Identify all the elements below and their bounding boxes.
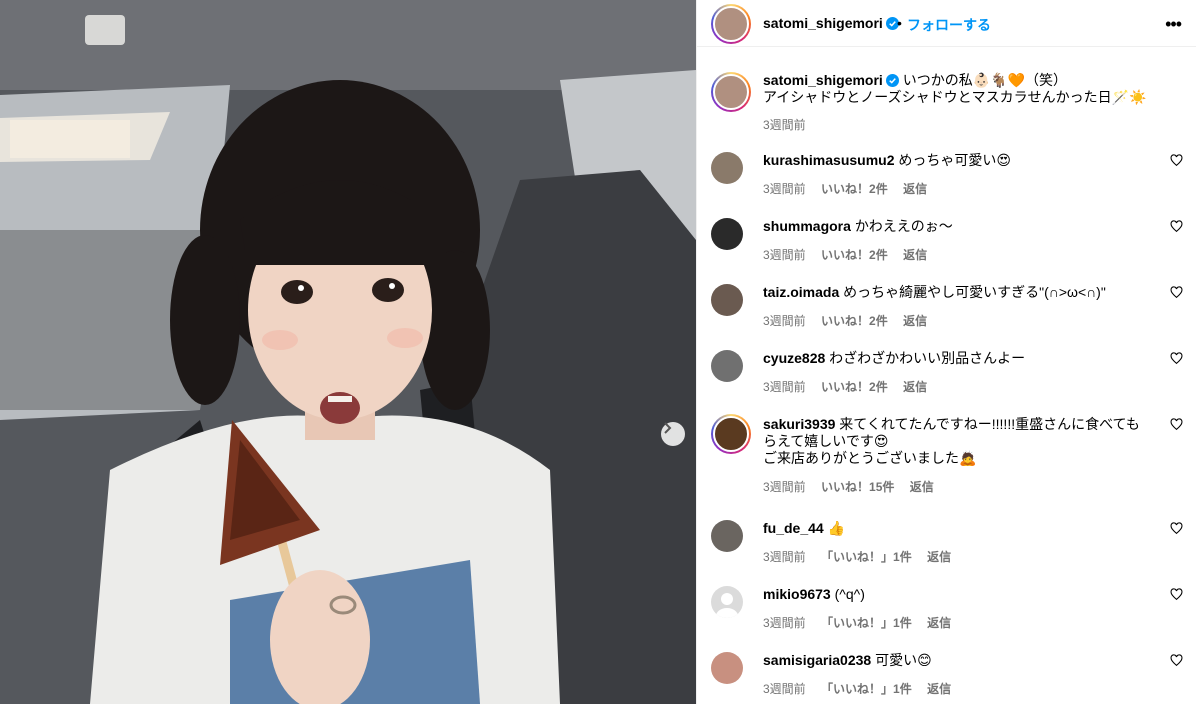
reply-button[interactable]: 返信 — [910, 480, 934, 494]
comment-like-count[interactable]: いいね！2件 — [821, 380, 888, 394]
commenter-avatar[interactable] — [711, 350, 743, 382]
comment-like-count[interactable]: いいね！2件 — [821, 248, 888, 262]
comment-body: 可愛い😊 — [875, 652, 932, 668]
heart-icon[interactable] — [1170, 588, 1183, 601]
reply-button[interactable]: 返信 — [927, 550, 951, 564]
comment-text: mikio9673 (^q^) — [763, 586, 1143, 603]
comment-time[interactable]: 3週間前 — [763, 616, 806, 630]
reply-button[interactable]: 返信 — [903, 248, 927, 262]
comment-text: taiz.oimada めっちゃ綺麗やし可愛いすぎる"(∩>ω<∩)" — [763, 284, 1143, 301]
comment-meta: 3週間前 いいね！2件 返信 — [763, 378, 939, 395]
comment-meta: 3週間前 いいね！15件 返信 — [763, 478, 946, 495]
comment-meta: 3週間前 「いいね！」1件 返信 — [763, 548, 963, 565]
commenter-avatar[interactable] — [711, 652, 743, 684]
comment-meta: 3週間前 「いいね！」1件 返信 — [763, 614, 963, 631]
post-header: satomi_shigemori • フォローする ••• — [697, 0, 1196, 47]
comment-text: cyuze828 わざわざかわいい別品さんよー — [763, 350, 1143, 367]
header-separator: • — [897, 15, 902, 31]
heart-icon[interactable] — [1170, 418, 1183, 431]
comment-like-count[interactable]: 「いいね！」1件 — [821, 616, 912, 630]
caption-username[interactable]: satomi_shigemori — [763, 72, 883, 88]
post-photo — [0, 0, 696, 704]
comment-body: めっちゃ可愛い😍 — [898, 152, 1011, 168]
commenter-username[interactable]: samisigaria0238 — [763, 652, 871, 668]
comment-body: 👍 — [827, 520, 846, 536]
heart-icon[interactable] — [1170, 286, 1183, 299]
commenter-avatar[interactable] — [711, 284, 743, 316]
commenter-avatar[interactable] — [711, 414, 751, 454]
comment-meta: 3週間前 いいね！2件 返信 — [763, 180, 939, 197]
comment-body: めっちゃ綺麗やし可愛いすぎる"(∩>ω<∩)" — [843, 284, 1106, 300]
author-avatar[interactable] — [711, 4, 751, 44]
comment-text: fu_de_44 👍 — [763, 520, 1143, 537]
more-options-icon[interactable]: ••• — [1165, 14, 1182, 35]
comment-body: かわええのぉ〜 — [854, 218, 953, 234]
caption-timestamp[interactable]: 3週間前 — [763, 116, 806, 133]
caption-line-2: アイシャドウとノーズシャドウとマスカラせんかった日🪄☀️ — [763, 89, 1147, 105]
comment-body: (^q^) — [834, 586, 865, 602]
commenter-username[interactable]: fu_de_44 — [763, 520, 824, 536]
commenter-avatar[interactable] — [711, 152, 743, 184]
comments-panel: satomi_shigemori • フォローする ••• satomi_shi… — [696, 0, 1196, 704]
next-photo-button[interactable] — [661, 422, 685, 446]
commenter-username[interactable]: mikio9673 — [763, 586, 831, 602]
comment-body: わざわざかわいい別品さんよー — [829, 350, 1026, 366]
comment-meta: 3週間前 いいね！2件 返信 — [763, 246, 939, 263]
post-image — [0, 0, 696, 704]
comment-text: kurashimasusumu2 めっちゃ可愛い😍 — [763, 152, 1143, 169]
comment-text: shummagora かわええのぉ〜 — [763, 218, 1143, 235]
caption-line-1: いつかの私👶🏻🐐🧡（笑） — [902, 72, 1068, 88]
heart-icon[interactable] — [1170, 522, 1183, 535]
verified-badge-icon — [885, 74, 899, 87]
reply-button[interactable]: 返信 — [903, 314, 927, 328]
comment-like-count[interactable]: いいね！15件 — [821, 480, 894, 494]
author-username-text[interactable]: satomi_shigemori — [763, 15, 883, 31]
comment-meta: 3週間前 いいね！2件 返信 — [763, 312, 939, 329]
reply-button[interactable]: 返信 — [927, 682, 951, 696]
reply-button[interactable]: 返信 — [903, 380, 927, 394]
comment-like-count[interactable]: 「いいね！」1件 — [821, 550, 912, 564]
default-avatar-icon — [716, 593, 738, 618]
comment-time[interactable]: 3週間前 — [763, 314, 806, 328]
commenter-username[interactable]: sakuri3939 — [763, 416, 835, 432]
comment-body-line-2: ご来店ありがとうございました🙇 — [763, 450, 977, 466]
commenter-username[interactable]: taiz.oimada — [763, 284, 839, 300]
comment-time[interactable]: 3週間前 — [763, 480, 806, 494]
comment-like-count[interactable]: 「いいね！」1件 — [821, 682, 912, 696]
heart-icon[interactable] — [1170, 220, 1183, 233]
commenter-avatar[interactable] — [711, 586, 743, 618]
comment-time[interactable]: 3週間前 — [763, 182, 806, 196]
heart-icon[interactable] — [1170, 654, 1183, 667]
commenter-username[interactable]: shummagora — [763, 218, 851, 234]
heart-icon[interactable] — [1170, 154, 1183, 167]
comment-time[interactable]: 3週間前 — [763, 248, 806, 262]
caption-text: satomi_shigemori いつかの私👶🏻🐐🧡（笑） アイシャドウとノーズ… — [763, 72, 1173, 106]
comment-text: sakuri3939 来てくれてたんですねー!!!!!!重盛さんに食べてもらえて… — [763, 416, 1147, 467]
comment-list[interactable]: satomi_shigemori いつかの私👶🏻🐐🧡（笑） アイシャドウとノーズ… — [697, 48, 1196, 704]
chevron-right-icon — [664, 422, 672, 434]
heart-icon[interactable] — [1170, 352, 1183, 365]
comment-like-count[interactable]: いいね！2件 — [821, 314, 888, 328]
caption-avatar[interactable] — [711, 72, 751, 112]
comment-time[interactable]: 3週間前 — [763, 550, 806, 564]
comment-time[interactable]: 3週間前 — [763, 682, 806, 696]
reply-button[interactable]: 返信 — [903, 182, 927, 196]
commenter-username[interactable]: kurashimasusumu2 — [763, 152, 895, 168]
commenter-avatar[interactable] — [711, 218, 743, 250]
commenter-username[interactable]: cyuze828 — [763, 350, 825, 366]
reply-button[interactable]: 返信 — [927, 616, 951, 630]
comment-meta: 3週間前 「いいね！」1件 返信 — [763, 680, 963, 697]
follow-button[interactable]: フォローする — [907, 15, 991, 35]
author-username[interactable]: satomi_shigemori — [763, 15, 899, 31]
comment-text: samisigaria0238 可愛い😊 — [763, 652, 1143, 669]
comment-like-count[interactable]: いいね！2件 — [821, 182, 888, 196]
comment-time[interactable]: 3週間前 — [763, 380, 806, 394]
commenter-avatar[interactable] — [711, 520, 743, 552]
